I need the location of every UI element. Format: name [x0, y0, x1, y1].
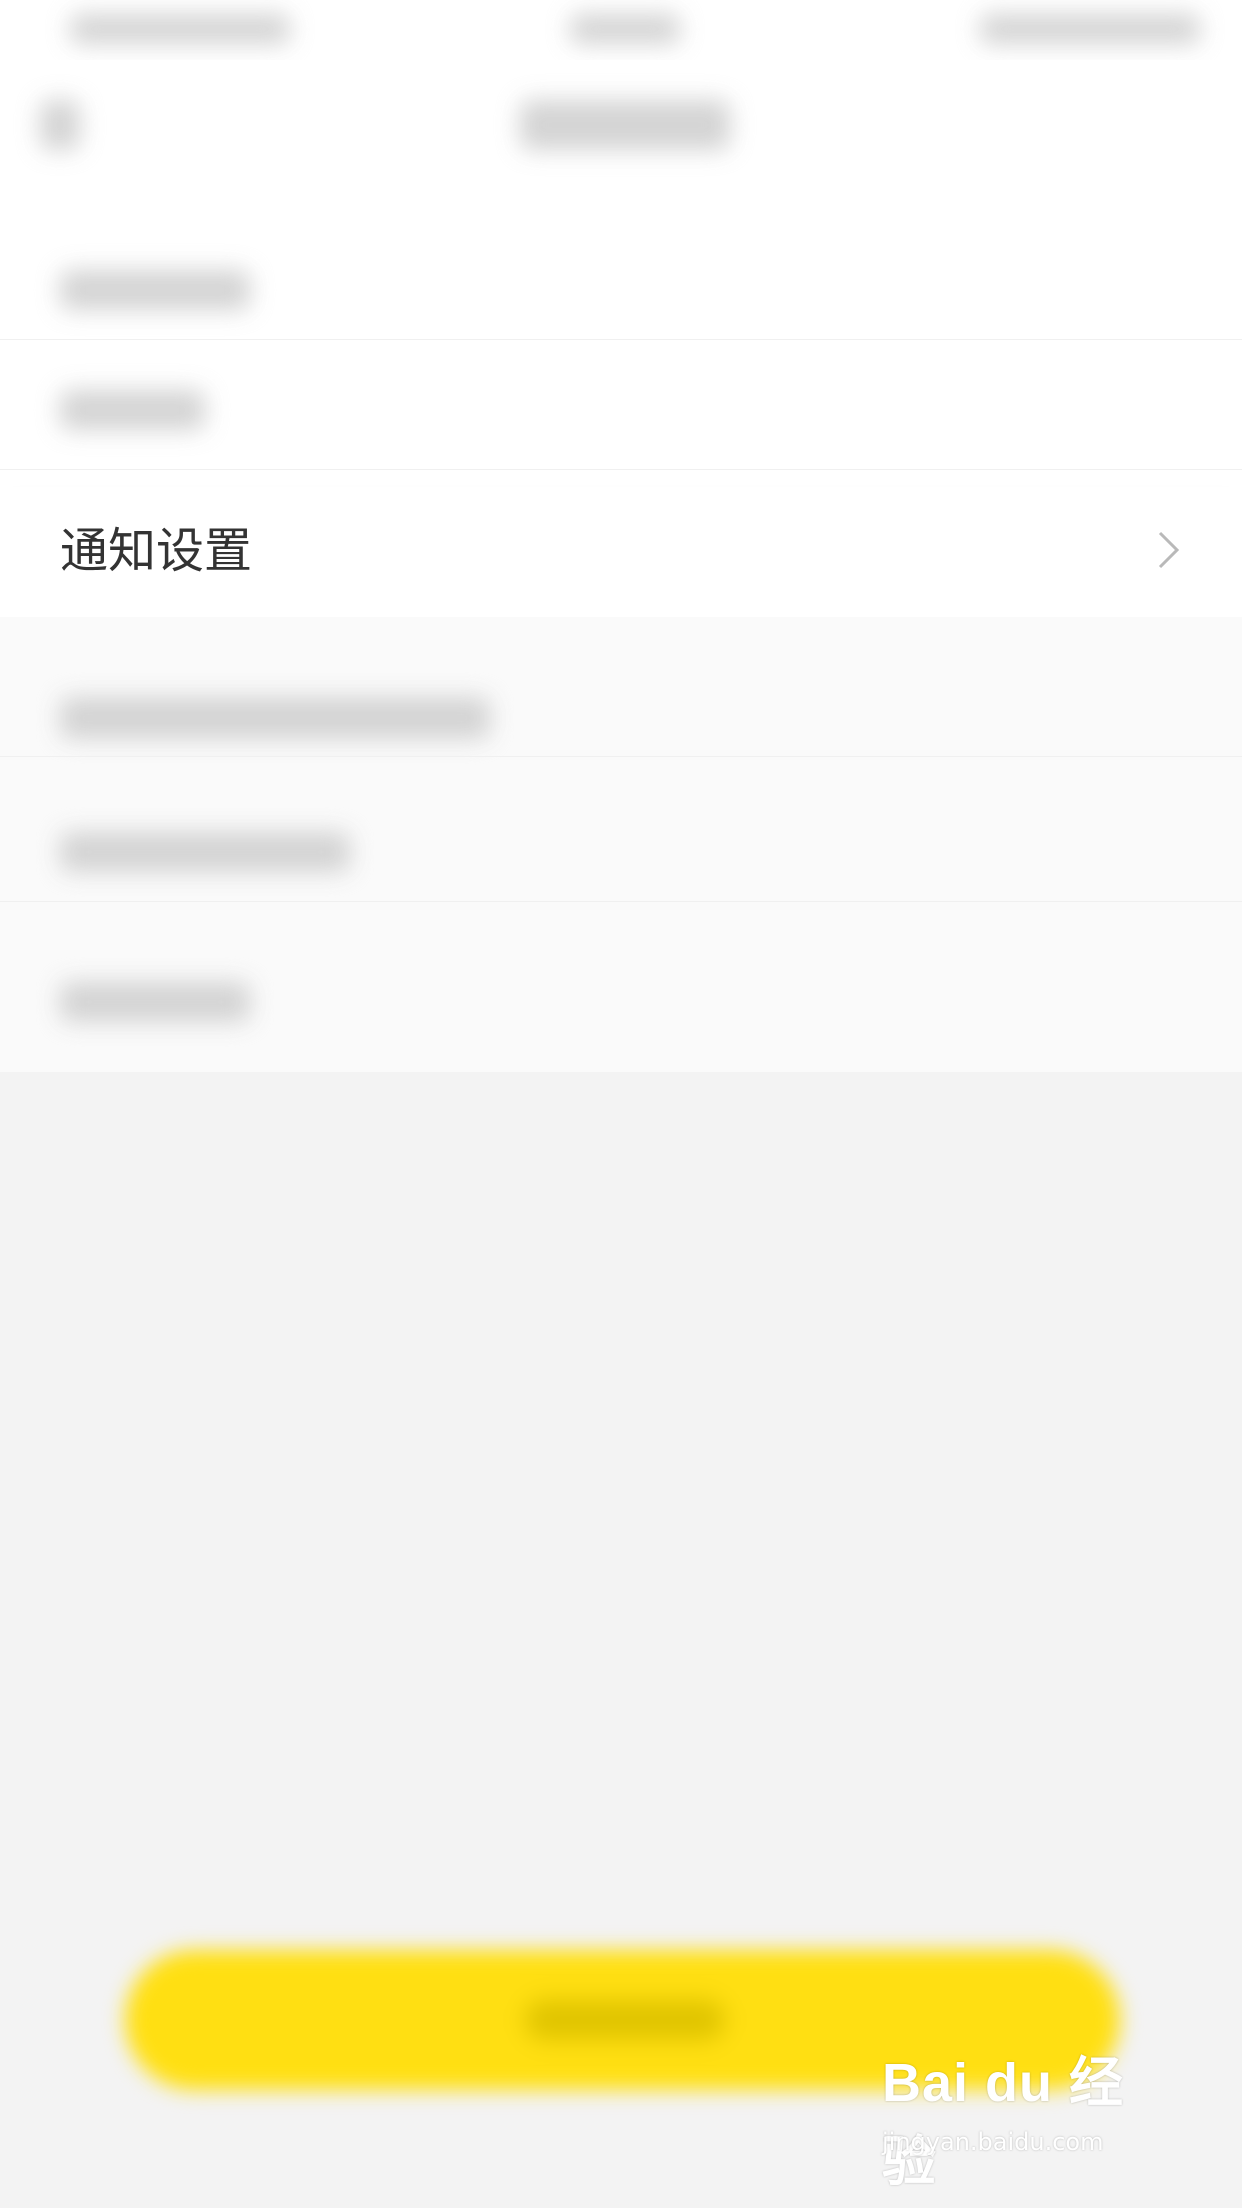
list-item-label	[60, 832, 350, 872]
divider	[0, 756, 1242, 757]
settings-list-bottom	[0, 617, 1242, 1072]
carrier-indicator	[70, 14, 290, 44]
list-item[interactable]	[0, 210, 1242, 340]
watermark-logo: Bai du 经验	[882, 2053, 1125, 2192]
primary-button-label	[525, 2000, 725, 2040]
baidu-jingyan-watermark: Bai du 经验 jingyan.baidu.com	[882, 2038, 1172, 2192]
list-item[interactable]	[0, 627, 1242, 757]
list-item[interactable]	[0, 917, 1242, 1047]
watermark-url: jingyan.baidu.com	[882, 2128, 1104, 2156]
back-icon[interactable]	[40, 100, 80, 150]
list-item[interactable]	[0, 772, 1242, 902]
battery-icon	[980, 14, 1200, 44]
page-title	[520, 100, 730, 150]
notification-settings-row[interactable]: 通知设置	[0, 487, 1242, 617]
nav-bar	[0, 60, 1242, 210]
list-item-label	[60, 270, 250, 310]
divider	[0, 469, 1242, 470]
list-item-label	[60, 982, 250, 1022]
list-item[interactable]	[0, 340, 1242, 470]
time-indicator	[570, 14, 680, 44]
list-item-label	[60, 390, 205, 430]
divider	[0, 901, 1242, 902]
list-item-label	[60, 697, 490, 739]
status-bar	[0, 0, 1242, 60]
chevron-right-icon	[1144, 527, 1190, 573]
notification-settings-label: 通知设置	[60, 523, 253, 579]
